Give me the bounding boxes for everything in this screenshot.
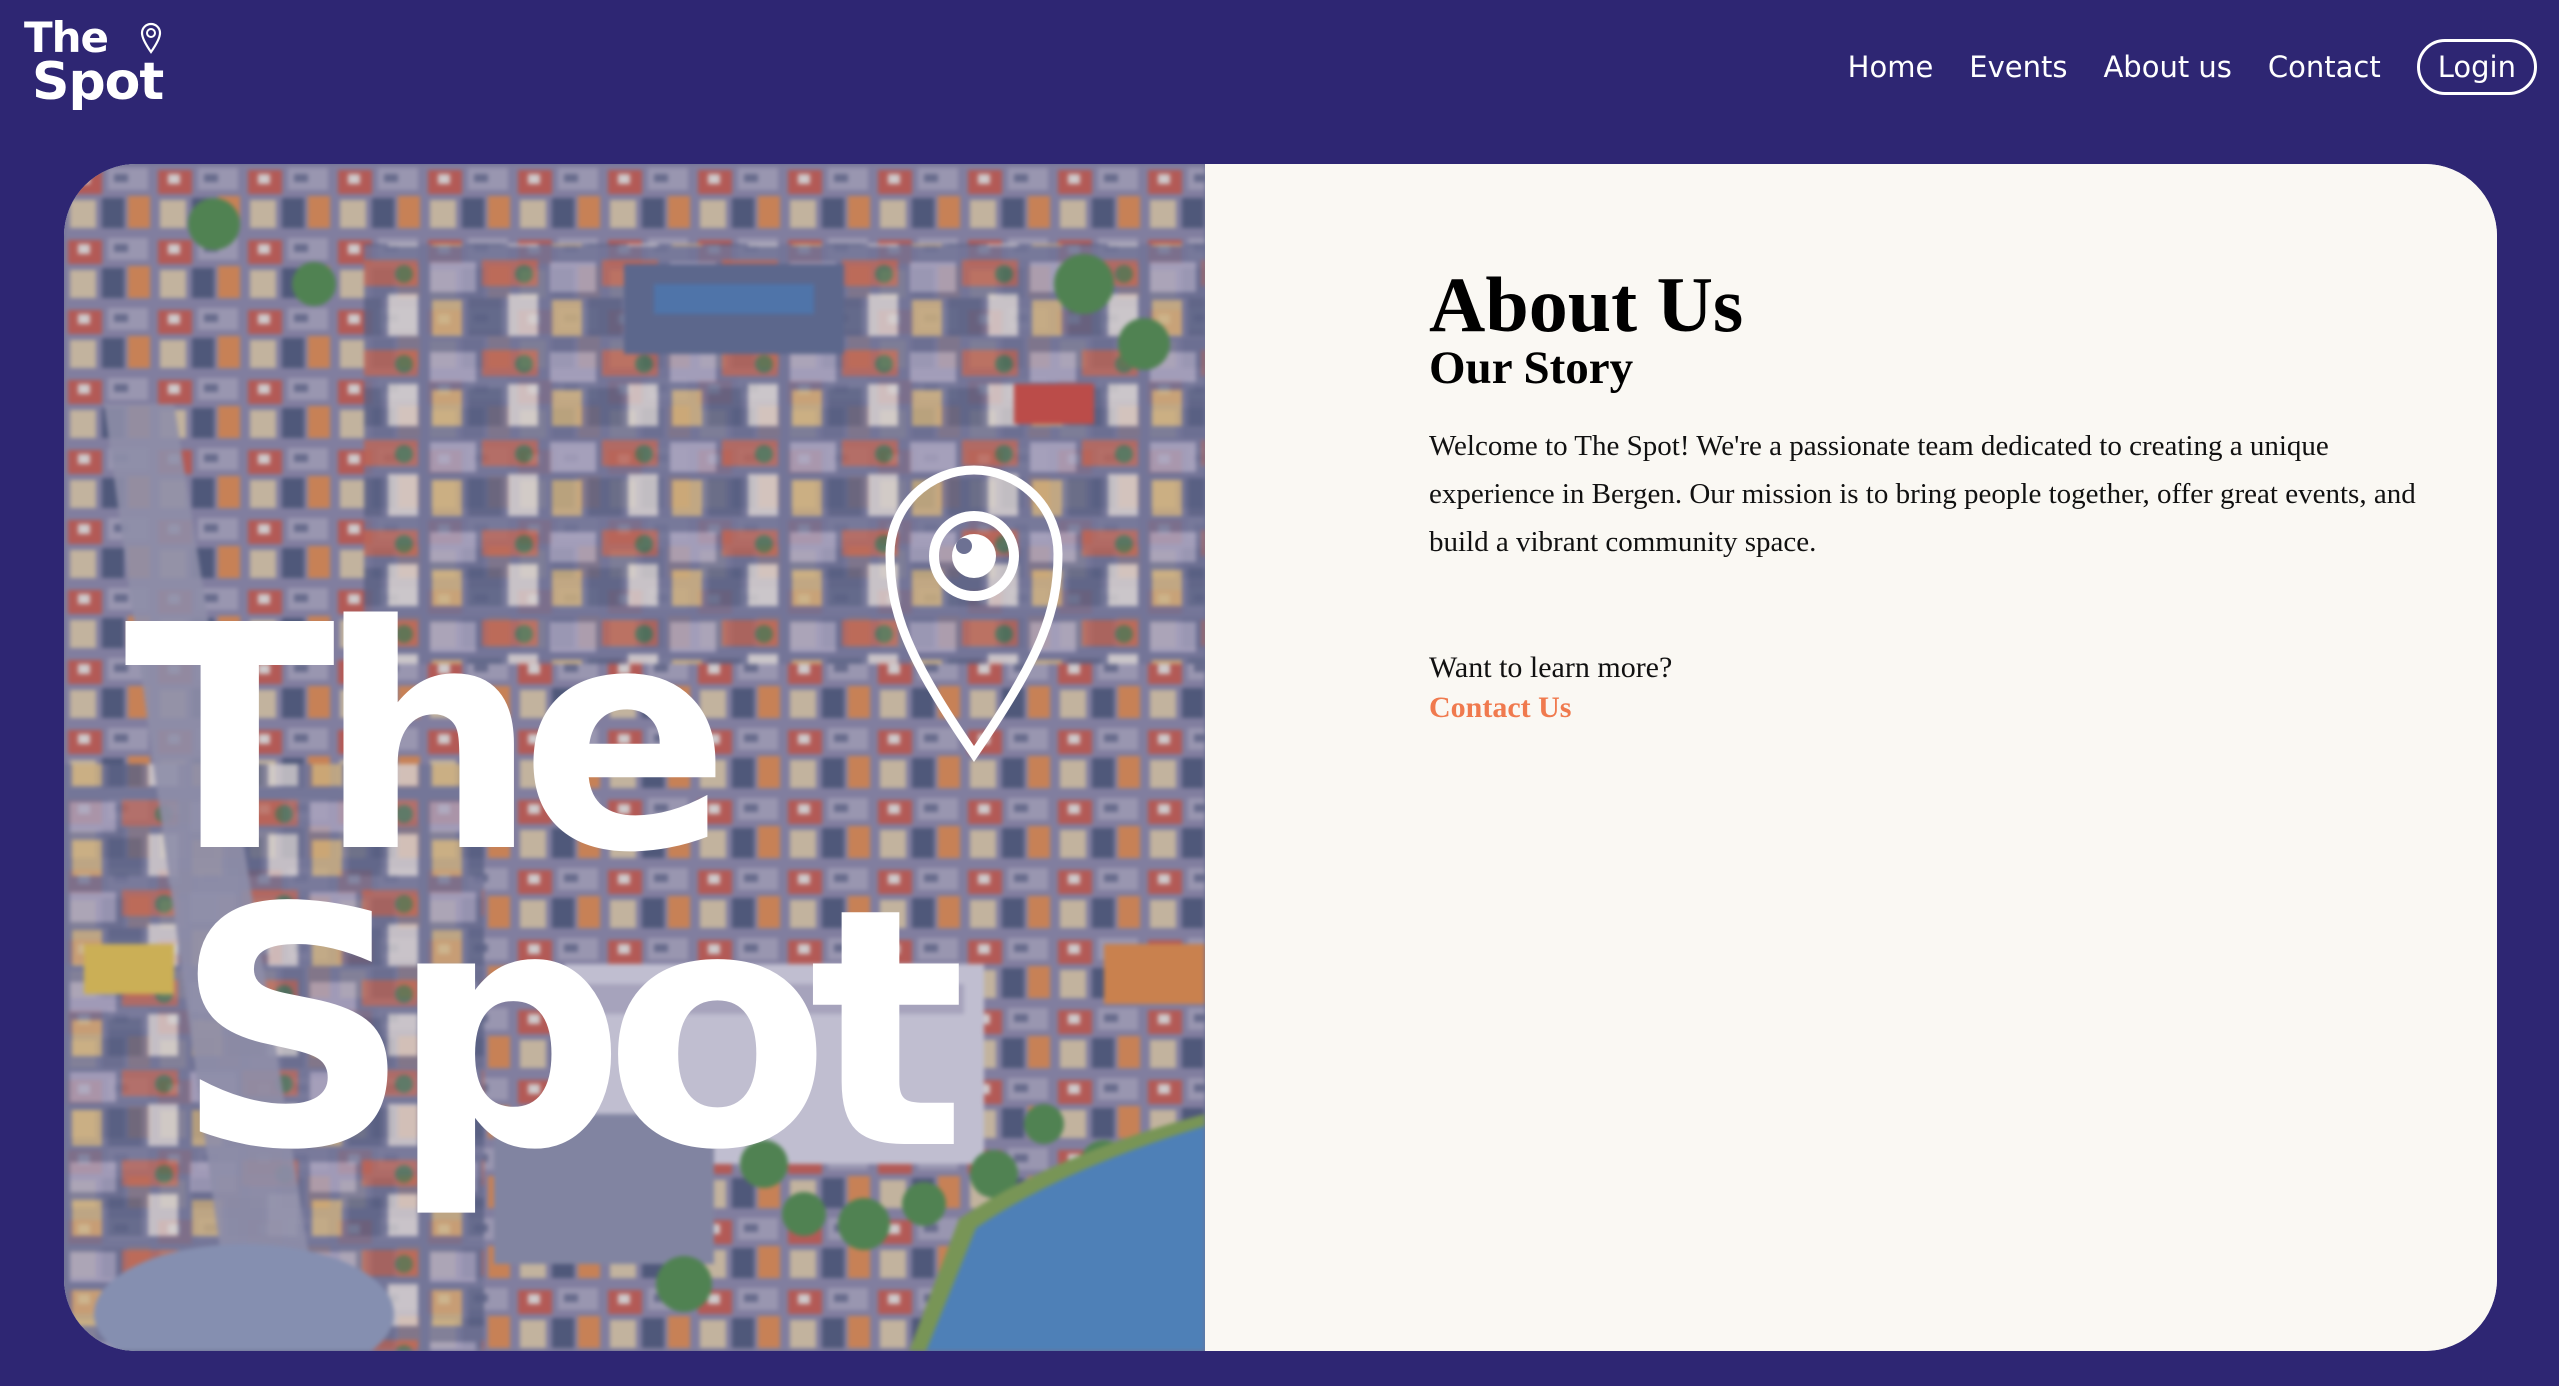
hero-logo-line-2: Spot <box>174 838 963 1222</box>
about-content: About Us Our Story Welcome to The Spot! … <box>1205 164 2497 1351</box>
page-title: About Us <box>1429 261 1744 348</box>
nav-about-us[interactable]: About us <box>2103 50 2231 84</box>
site-header: The Spot Home Events About us Contact Lo… <box>0 0 2559 150</box>
nav-events[interactable]: Events <box>1969 50 2067 84</box>
login-button[interactable]: Login <box>2416 39 2537 95</box>
learn-more-text: Want to learn more? <box>1429 651 1673 684</box>
hero-logo: The Spot <box>124 465 1063 1222</box>
nav-home[interactable]: Home <box>1848 50 1934 84</box>
contact-us-link[interactable]: Contact Us <box>1429 688 1572 728</box>
story-paragraph: Welcome to The Spot! We're a passionate … <box>1429 430 2416 558</box>
location-pin-icon <box>140 22 162 54</box>
logo-line-2: Spot <box>32 52 164 112</box>
hero-pin-icon <box>885 465 1063 762</box>
hero-image: The Spot <box>64 164 1205 1351</box>
main-nav: Home Events About us Contact Login <box>1812 36 2537 98</box>
about-card: The Spot About Us Our Story Welcome to T… <box>64 164 2497 1351</box>
nav-contact[interactable]: Contact <box>2268 50 2381 84</box>
site-logo[interactable]: The Spot <box>24 16 174 113</box>
section-subtitle: Our Story <box>1429 342 1634 394</box>
